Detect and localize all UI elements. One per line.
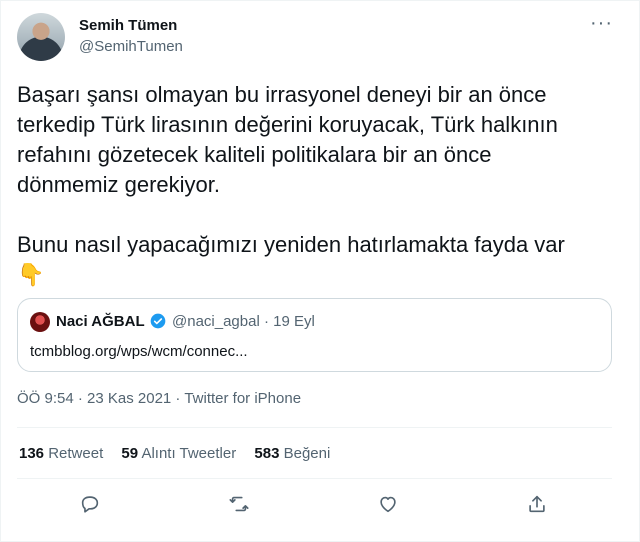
quotes-stat[interactable]: 59 Alıntı Tweetler bbox=[121, 445, 236, 462]
quoted-avatar bbox=[30, 312, 50, 332]
likes-label: Beğeni bbox=[283, 445, 331, 462]
retweet-icon[interactable] bbox=[228, 493, 254, 519]
retweets-count: 136 bbox=[19, 445, 45, 462]
quoted-tweet[interactable]: Naci AĞBAL @naci_agbal · 19 Eyl tcmbblog… bbox=[17, 298, 612, 372]
likes-stat[interactable]: 583 Beğeni bbox=[254, 445, 330, 462]
verified-badge-icon bbox=[150, 313, 166, 329]
reply-icon[interactable] bbox=[79, 493, 105, 519]
likes-count: 583 bbox=[254, 445, 280, 462]
author-handle[interactable]: @SemihTumen bbox=[79, 38, 183, 55]
retweets-label: Retweet bbox=[48, 445, 104, 462]
tweet-timestamp[interactable]: ÖÖ 9:54 · 23 Kas 2021 · Twitter for iPho… bbox=[17, 390, 301, 407]
more-options-icon[interactable]: ··· bbox=[590, 12, 613, 35]
tweet-line: dönmemiz gerekiyor. bbox=[17, 172, 220, 197]
quoted-handle-date: @naci_agbal · 19 Eyl bbox=[172, 313, 315, 330]
quoted-author-name: Naci AĞBAL bbox=[56, 313, 145, 330]
quoted-link[interactable]: tcmbblog.org/wps/wcm/connec... bbox=[30, 343, 248, 360]
share-icon[interactable] bbox=[526, 493, 552, 519]
heart-icon[interactable] bbox=[377, 493, 403, 519]
tweet-line: refahını gözetecek kaliteli politikalara… bbox=[17, 142, 492, 167]
tweet-text: Başarı şansı olmayan bu irrasyonel deney… bbox=[17, 80, 627, 290]
divider bbox=[17, 478, 612, 479]
tweet-line: Başarı şansı olmayan bu irrasyonel deney… bbox=[17, 82, 547, 107]
retweets-stat[interactable]: 136 Retweet bbox=[19, 445, 103, 462]
engagement-stats: 136 Retweet 59 Alıntı Tweetler 583 Beğen… bbox=[19, 445, 344, 462]
quotes-label: Alıntı Tweetler bbox=[141, 445, 237, 462]
quotes-count: 59 bbox=[121, 445, 139, 462]
pointing-down-emoji: 👇 bbox=[17, 262, 45, 287]
avatar[interactable] bbox=[17, 13, 65, 61]
divider bbox=[17, 427, 612, 428]
tweet-line: Bunu nasıl yapacağımızı yeniden hatırlam… bbox=[17, 232, 565, 257]
action-bar bbox=[0, 493, 640, 523]
tweet-line: terkedip Türk lirasının değerini koruyac… bbox=[17, 112, 558, 137]
author-name[interactable]: Semih Tümen bbox=[79, 17, 177, 34]
